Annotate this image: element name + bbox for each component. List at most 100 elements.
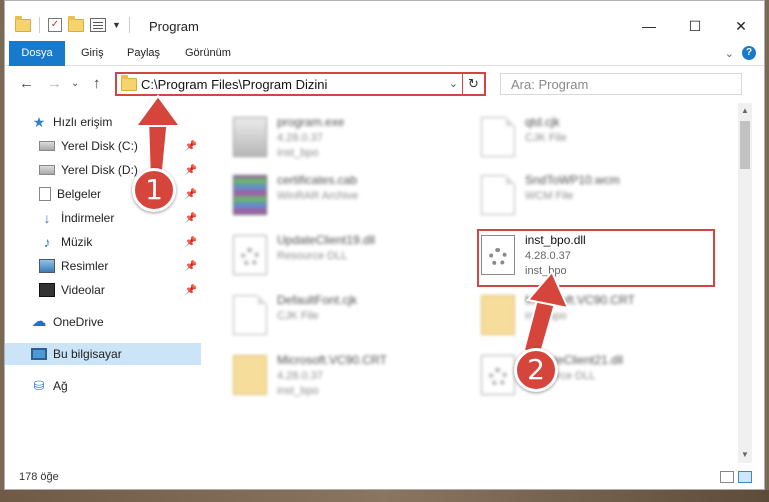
exe-icon xyxy=(233,117,267,157)
close-button[interactable]: ✕ xyxy=(718,13,764,39)
folder-icon xyxy=(15,15,31,32)
item-count: 178 öğe xyxy=(19,471,59,483)
file-name: SndToWP10.wcm xyxy=(525,173,620,187)
pin-icon[interactable]: 📌 xyxy=(185,261,197,272)
selection-highlight-box xyxy=(477,229,715,287)
archive-icon xyxy=(233,175,267,215)
address-bar[interactable]: C:\Program Files\Program Dizini ⌄ ↻ xyxy=(115,72,486,96)
desktop-background xyxy=(0,490,769,502)
ribbon-controls: ⌄ ? xyxy=(725,46,756,60)
scroll-thumb[interactable] xyxy=(740,121,750,169)
sidebar-item-label: Müzik xyxy=(61,235,93,249)
quick-access-toolbar: ✓ ▼ xyxy=(15,15,132,33)
search-input[interactable]: Ara: Program xyxy=(500,73,742,95)
tab-giris[interactable]: Giriş xyxy=(81,41,104,66)
file-name: DefaultFont.cjk xyxy=(277,293,358,307)
large-icons-view-icon[interactable] xyxy=(738,471,752,483)
address-path[interactable]: C:\Program Files\Program Dizini xyxy=(141,77,327,92)
file-description: inst_bpo xyxy=(277,385,319,397)
file-type: CJK File xyxy=(525,132,567,144)
scroll-up-icon[interactable]: ▲ xyxy=(738,103,752,119)
network-icon: ⛁ xyxy=(33,378,45,393)
scroll-down-icon[interactable]: ▼ xyxy=(738,447,752,463)
file-item[interactable]: certificates.cab WinRAR Archive xyxy=(205,169,445,223)
cloud-icon: ☁ xyxy=(31,313,47,330)
file-type: CJK File xyxy=(277,310,319,322)
sidebar-item-network[interactable]: ⛁ Ağ xyxy=(5,375,201,397)
annotation-badge-2: 2 xyxy=(514,348,558,392)
properties-icon[interactable]: ✓ xyxy=(48,18,62,32)
pin-icon[interactable]: 📌 xyxy=(185,165,197,176)
new-folder-icon[interactable] xyxy=(68,15,84,32)
sidebar-item-label: Yerel Disk (D:) xyxy=(61,163,138,177)
file-item[interactable]: UpdateClient21.dll Resource DLL xyxy=(453,349,693,403)
sidebar-item-music[interactable]: ♪ Müzik 📌 xyxy=(5,231,201,253)
pin-icon[interactable]: 📌 xyxy=(185,213,197,224)
folder-icon xyxy=(121,75,137,91)
refresh-button[interactable]: ↻ xyxy=(462,72,484,96)
sidebar-item-videos[interactable]: Videolar 📌 xyxy=(5,279,201,301)
file-item[interactable]: SndToWP10.wcm WCM File xyxy=(453,169,693,223)
computer-icon xyxy=(31,348,47,360)
file-item[interactable]: Microsoft.VC90.CRT 4.28.0.37 inst_bpo xyxy=(205,349,445,403)
drive-icon xyxy=(39,141,55,151)
tab-paylas[interactable]: Paylaş xyxy=(127,41,160,66)
status-bar: 178 öğe xyxy=(5,463,764,489)
title-bar: ✓ ▼ Program — ☐ ✕ xyxy=(5,1,764,41)
file-item[interactable]: UpdateClient19.dll Resource DLL xyxy=(205,229,445,283)
document-icon xyxy=(481,117,515,157)
sidebar-item-label: Bu bilgisayar xyxy=(53,347,122,361)
customize-toolbar-icon[interactable] xyxy=(90,18,106,32)
sidebar-item-pictures[interactable]: Resimler 📌 xyxy=(5,255,201,277)
star-icon: ★ xyxy=(32,114,46,130)
sidebar-item-this-pc[interactable]: Bu bilgisayar xyxy=(5,343,201,365)
minimize-button[interactable]: — xyxy=(626,13,672,39)
file-version: 4.28.0.37 xyxy=(277,370,323,382)
pin-icon[interactable]: 📌 xyxy=(185,141,197,152)
chevron-down-icon[interactable]: ▼ xyxy=(112,20,121,30)
zip-icon xyxy=(233,355,267,395)
document-icon xyxy=(233,295,267,335)
file-name: certificates.cab xyxy=(277,173,358,187)
video-icon xyxy=(39,283,55,297)
help-icon[interactable]: ? xyxy=(742,46,756,60)
pin-icon[interactable]: 📌 xyxy=(185,189,197,200)
file-name: program.exe xyxy=(277,115,345,129)
dll-icon xyxy=(233,235,267,275)
documents-icon xyxy=(39,187,51,201)
pin-icon[interactable]: 📌 xyxy=(185,285,197,296)
sidebar-item-quick-access[interactable]: ★ Hızlı erişim xyxy=(5,111,201,133)
expand-ribbon-icon[interactable]: ⌄ xyxy=(725,47,734,60)
sidebar-item-downloads[interactable]: ↓ İndirmeler 📌 xyxy=(5,207,201,229)
up-button[interactable]: ↑ xyxy=(93,75,101,92)
file-type: Resource DLL xyxy=(277,250,348,262)
back-button[interactable]: ← xyxy=(19,75,34,92)
file-name: qtd.cjk xyxy=(525,115,560,129)
details-view-icon[interactable] xyxy=(720,471,734,483)
file-item[interactable]: Microsoft.VC90.CRT inst_bpo xyxy=(453,289,693,343)
sidebar-item-label: Yerel Disk (C:) xyxy=(61,139,138,153)
tab-gorunum[interactable]: Görünüm xyxy=(185,41,231,66)
pin-icon[interactable]: 📌 xyxy=(185,237,197,248)
file-name: Microsoft.VC90.CRT xyxy=(525,293,635,307)
sidebar-item-onedrive[interactable]: ☁ OneDrive xyxy=(5,311,201,333)
file-type: WCM File xyxy=(525,190,574,202)
sidebar-item-label: Hızlı erişim xyxy=(53,115,113,129)
file-item[interactable]: program.exe 4.28.0.37 inst_bpo xyxy=(205,111,445,165)
sidebar-item-label: OneDrive xyxy=(53,315,104,329)
window-controls: — ☐ ✕ xyxy=(626,13,764,39)
vertical-scrollbar[interactable]: ▲ ▼ xyxy=(738,103,752,463)
navigation-pane: ★ Hızlı erişim Yerel Disk (C:) 📌 Yerel D… xyxy=(5,103,201,463)
music-icon: ♪ xyxy=(43,234,51,250)
address-dropdown-icon[interactable]: ⌄ xyxy=(449,77,458,90)
divider xyxy=(128,17,130,33)
tab-dosya[interactable]: Dosya xyxy=(9,41,65,66)
forward-button[interactable]: → xyxy=(47,75,62,92)
file-description: inst_bpo xyxy=(277,147,319,159)
maximize-button[interactable]: ☐ xyxy=(672,13,718,39)
document-icon xyxy=(481,175,515,215)
recent-locations-dropdown[interactable]: ⌄ xyxy=(71,78,79,89)
file-item[interactable]: DefaultFont.cjk CJK File xyxy=(205,289,445,343)
file-item[interactable]: qtd.cjk CJK File xyxy=(453,111,693,165)
sidebar-item-disk-c[interactable]: Yerel Disk (C:) 📌 xyxy=(5,135,201,157)
